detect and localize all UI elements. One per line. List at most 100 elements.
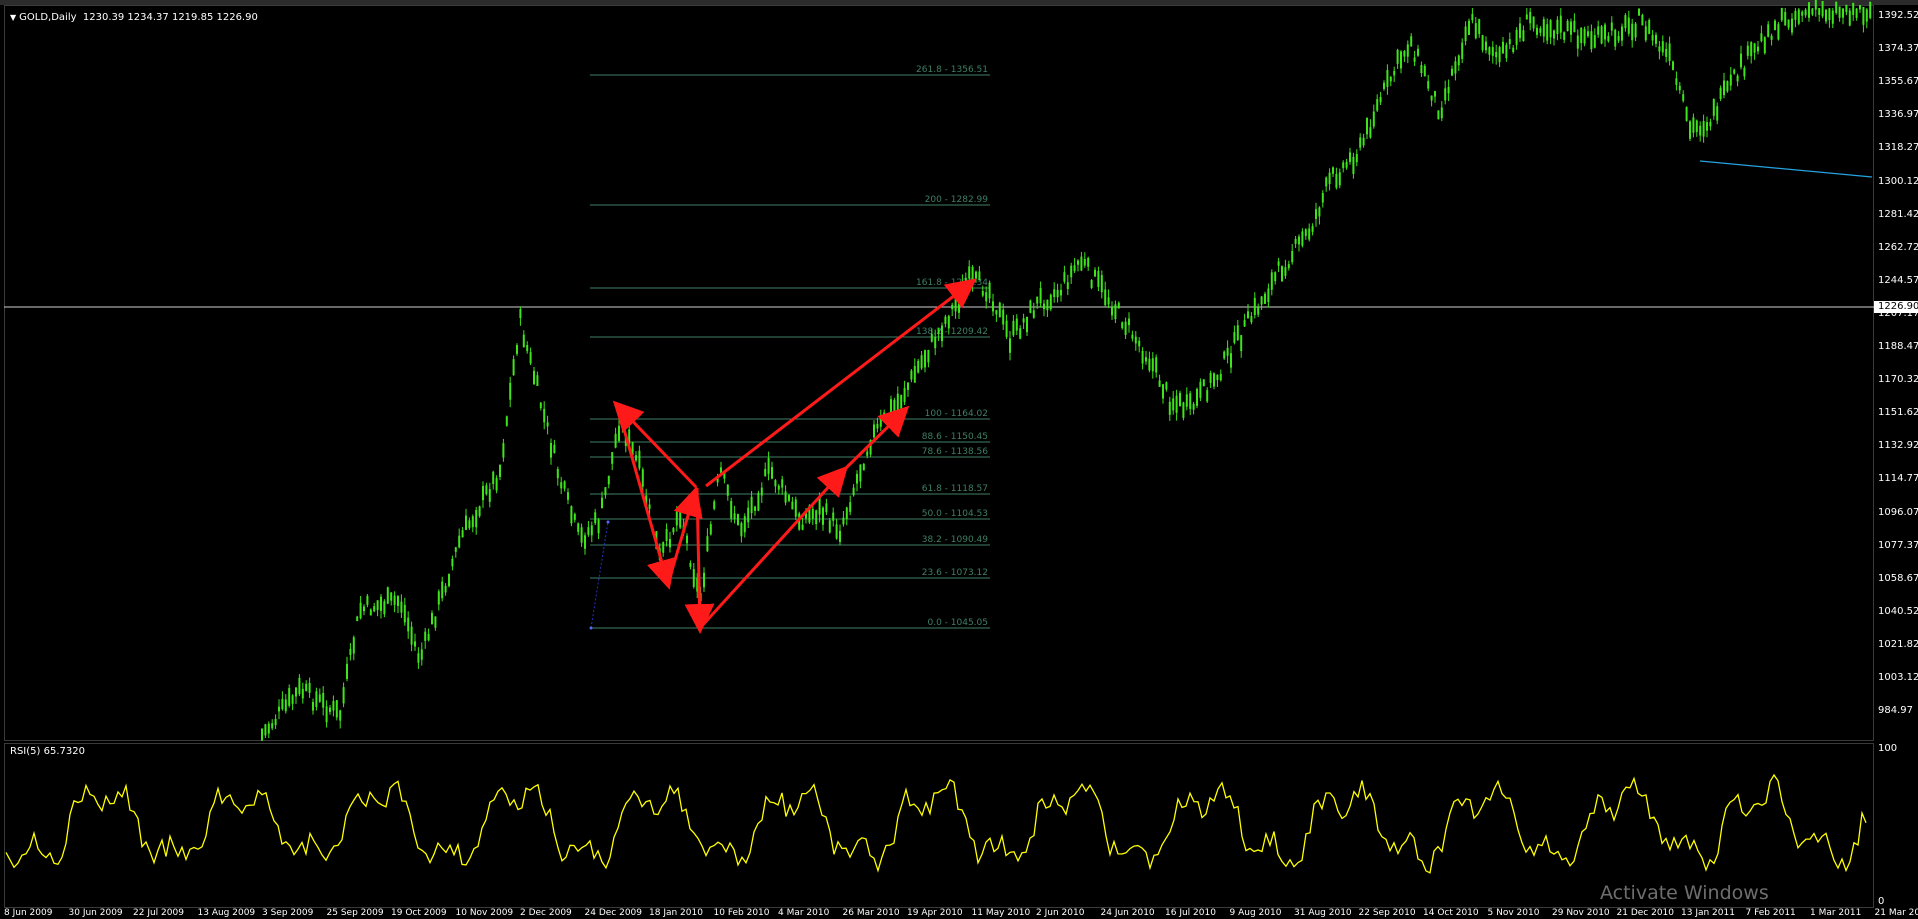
candle-body [1631, 23, 1634, 41]
candle-body [1485, 41, 1487, 51]
candle-body [1131, 334, 1134, 339]
candle-body [407, 617, 410, 632]
candle-body [366, 595, 369, 605]
candle-body [1709, 121, 1712, 127]
candle-body [1580, 28, 1583, 43]
candle-body [533, 370, 535, 385]
candle-body [1838, 6, 1841, 18]
candle-body [1440, 107, 1443, 119]
candle-body [845, 507, 848, 519]
candle-body [635, 455, 637, 461]
candle-body [1658, 46, 1661, 52]
candle-body [349, 648, 352, 655]
candle-body [1406, 44, 1409, 57]
candle-body [516, 345, 518, 354]
candle-body [546, 422, 549, 427]
candle-body [478, 506, 481, 517]
candle-body [577, 523, 580, 532]
candle-body [771, 467, 773, 479]
candle-body [461, 530, 464, 538]
candle-body [570, 506, 573, 524]
price-axis[interactable]: 1392.52 1374.37 1355.67 1336.97 1318.27 1300.… [1874, 5, 1918, 741]
fib-level-label: 261.8 - 1356.51 [916, 65, 988, 75]
candle-body [1865, 9, 1868, 22]
candle-body [1672, 61, 1674, 70]
price-axis-label: 1262.72 [1878, 241, 1918, 253]
candle-body [1818, 8, 1821, 15]
candle-body [981, 291, 984, 296]
candle-body [1097, 270, 1100, 287]
candle-body [1393, 70, 1396, 76]
candle-body [492, 471, 495, 484]
candle-body [1053, 289, 1056, 297]
price-axis-label: 1040.52 [1878, 605, 1918, 617]
candle-body [1199, 381, 1202, 398]
time-axis-label: 5 Nov 2010 [1487, 908, 1540, 918]
candle-body [862, 463, 865, 471]
candle-body [1185, 394, 1188, 407]
candle-body [332, 701, 335, 711]
candle-body [1451, 68, 1453, 76]
candle-body [665, 529, 668, 541]
price-axis-label: 1355.67 [1878, 76, 1918, 88]
candle-body [502, 443, 505, 458]
candle-body [505, 416, 508, 426]
candle-body [386, 587, 389, 604]
price-axis-label: 1244.57 [1878, 274, 1918, 286]
candle-body [1515, 30, 1518, 45]
candle-body [1719, 87, 1722, 99]
candle-body [274, 718, 277, 726]
candle-body [791, 501, 794, 510]
candle-body [614, 433, 617, 448]
candle-body [1264, 293, 1266, 304]
chart-menu-triangle-icon[interactable]: ▼ [10, 13, 16, 22]
candle-body [519, 309, 522, 318]
candle-body [1797, 9, 1800, 24]
candle-body [1814, 0, 1817, 10]
candle-body [1682, 94, 1685, 101]
chart-title: ▼ GOLD,Daily 1230.39 1234.37 1219.85 1226… [10, 12, 258, 23]
candle-body [1842, 8, 1844, 18]
candle-body [288, 688, 291, 706]
time-axis-label: 22 Sep 2010 [1358, 908, 1416, 918]
fib-level-label: 38.2 - 1090.49 [922, 535, 988, 545]
candle-body [427, 634, 430, 641]
candle-body [1825, 9, 1827, 22]
candle-body [706, 536, 709, 552]
candle-body [1774, 20, 1776, 31]
candle-body [1304, 229, 1307, 236]
candle-body [1209, 373, 1212, 383]
candle-body [1678, 85, 1681, 91]
candle-body [1274, 272, 1277, 282]
candle-body [1461, 42, 1464, 59]
candle-body [944, 316, 947, 324]
candle-body [1508, 39, 1511, 45]
candle-body [312, 702, 314, 711]
candle-body [1760, 33, 1763, 42]
candle-body [1845, 4, 1848, 13]
candle-body [1134, 336, 1137, 344]
candle-body [1522, 30, 1525, 41]
candle-body [641, 469, 644, 487]
candle-body [1039, 288, 1042, 304]
candle-body [1855, 8, 1858, 18]
candle-body [713, 501, 716, 509]
candle-body [767, 458, 770, 474]
candle-body [985, 292, 988, 302]
candle-body [822, 507, 824, 525]
fib-level-label: 200 - 1282.99 [925, 195, 989, 205]
activate-windows-watermark: Activate Windows [1600, 882, 1769, 904]
candle-body [1029, 300, 1032, 313]
candle-body [941, 325, 943, 342]
candle-body [835, 524, 838, 539]
candle-body [1005, 320, 1008, 337]
price-axis-label: 1096.07 [1878, 506, 1918, 518]
candle-body [403, 604, 406, 623]
candle-body [1423, 65, 1426, 77]
candle-body [1549, 20, 1552, 38]
fib-level-label: 78.6 - 1138.56 [922, 447, 988, 457]
candle-body [573, 513, 576, 520]
candle-body [454, 547, 457, 552]
price-axis-label: 1151.62 [1878, 407, 1918, 419]
candle-body [726, 484, 729, 496]
